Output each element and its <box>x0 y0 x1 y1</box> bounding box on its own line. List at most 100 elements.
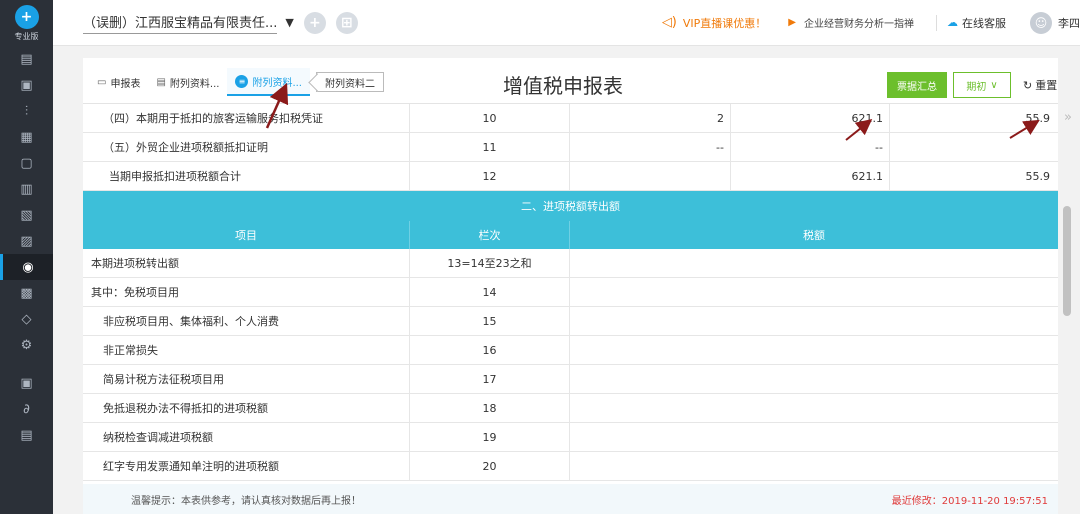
tab-label: 申报表 <box>110 78 141 90</box>
main-panel: ▭ 申报表 ▤ 附列资料... ≡ 附列资料... 附列资料二 增值税申报表 票… <box>83 58 1058 514</box>
left-sidebar: + 专业版 ▤ ▣ ⫶ ▦ ▢ ▥ ▧ ▨ ◉ ▩ ◇ ⚙ ▣ ∂ ▤ <box>0 0 53 514</box>
table-header: 项目 栏次 税额 <box>83 221 1058 249</box>
speaker-icon: ◁) <box>661 15 677 30</box>
avatar[interactable]: ☺ <box>1030 11 1052 34</box>
nav-file-icon[interactable]: ▤ <box>0 422 53 448</box>
table-row: 当期申报抵扣进项税额合计 12 621.1 55.9 <box>83 162 1058 191</box>
nav-picture-icon[interactable]: ▨ <box>0 228 53 254</box>
amount-input[interactable] <box>570 394 1058 422</box>
item-cell: 非应税项目用、集体福利、个人消费 <box>83 307 410 335</box>
amount-input[interactable] <box>570 336 1058 364</box>
last-modified: 最近修改：2019-11-20 19:57:51 <box>891 495 1048 507</box>
amount-input[interactable] <box>570 278 1058 306</box>
vip-banner[interactable]: ◁) VIP直播课优惠！ <box>662 15 766 31</box>
line-cell: 18 <box>410 394 570 422</box>
amount-cell: 621.1 <box>731 162 890 190</box>
line-cell: 12 <box>410 162 570 190</box>
period-dropdown[interactable]: 期初 ∨ <box>953 72 1011 98</box>
nav-settings-icon[interactable]: ⚙ <box>0 332 53 358</box>
nav-tax-icon[interactable]: ◉ <box>0 254 53 280</box>
table-row: 红字专用发票通知单注明的进项税额 20 <box>83 452 1058 481</box>
item-cell: 纳税检查调减进项税额 <box>83 423 410 451</box>
tax-cell: 55.9 <box>1025 169 1051 183</box>
vip-label: VIP直播课优惠！ <box>682 16 767 30</box>
line-cell: 14 <box>410 278 570 306</box>
amount-cell: -- <box>731 133 890 161</box>
table-row: 本期进项税转出额 13=14至23之和 <box>83 249 1058 278</box>
report-tabs: ▭ 申报表 ▤ 附列资料... ≡ 附列资料... 附列资料二 <box>89 68 384 96</box>
refresh-icon: ↻ <box>1023 78 1033 92</box>
table-row: 非正常损失 16 <box>83 336 1058 365</box>
table-row: 纳税检查调减进项税额 19 <box>83 423 1058 452</box>
item-cell: 非正常损失 <box>83 336 410 364</box>
item-cell: （四）本期用于抵扣的旅客运输服务扣税凭证 <box>83 104 410 132</box>
scrollbar[interactable]: » <box>1058 58 1080 514</box>
guide-link[interactable]: 企业经营财务分析一指禅 <box>804 15 914 30</box>
footer-bar: 温馨提示：本表供参考，请认真核对数据后再上报！ 最近修改：2019-11-20 … <box>83 484 1058 514</box>
nav-document-icon[interactable]: ▤ <box>0 46 53 72</box>
nav-voucher-icon[interactable]: ▣ <box>0 72 53 98</box>
count-cell: -- <box>570 133 731 161</box>
scrollbar-thumb[interactable] <box>1063 206 1071 316</box>
summary-button[interactable]: 票据汇总 <box>887 72 947 98</box>
amount-input[interactable] <box>570 365 1058 393</box>
tax-cell <box>890 133 1058 161</box>
online-service-button[interactable]: ☁ 在线客服 <box>947 15 1006 31</box>
nav-copy-icon[interactable]: ▩ <box>0 280 53 306</box>
nav-chart-icon[interactable]: ⫶ <box>0 98 53 124</box>
reset-button[interactable]: ↻ 重置 <box>1023 72 1057 98</box>
nav-shield-icon[interactable]: ◇ <box>0 306 53 332</box>
table-row: 非应税项目用、集体福利、个人消费 15 <box>83 307 1058 336</box>
table-row: 免抵退税办法不得抵扣的进项税额 18 <box>83 394 1058 423</box>
report-toolbar: ▭ 申报表 ▤ 附列资料... ≡ 附列资料... 附列资料二 增值税申报表 票… <box>83 58 1058 104</box>
document-icon: ≡ <box>235 74 249 88</box>
tab-attachment-one[interactable]: ▤ 附列资料... <box>148 68 227 96</box>
chevron-down-icon[interactable]: ▼ <box>285 16 293 29</box>
tab-main-report[interactable]: ▭ 申报表 <box>89 68 148 96</box>
line-cell: 20 <box>410 452 570 480</box>
line-cell: 11 <box>410 133 570 161</box>
line-cell: 15 <box>410 307 570 335</box>
grid-icon[interactable]: ⊞ <box>335 11 358 34</box>
nav-report-icon[interactable]: ▥ <box>0 176 53 202</box>
table-row: 其中：免税项目用 14 <box>83 278 1058 307</box>
tab-label: 附列资料... <box>252 77 302 89</box>
amount-input[interactable] <box>570 452 1058 480</box>
count-cell[interactable]: 2 <box>570 104 731 132</box>
document-icon: ▤ <box>156 76 166 88</box>
line-cell: 13=14至23之和 <box>410 249 570 277</box>
line-cell: 17 <box>410 365 570 393</box>
add-company-button[interactable]: + <box>303 11 326 34</box>
item-cell: 免抵退税办法不得抵扣的进项税额 <box>83 394 410 422</box>
reset-label: 重置 <box>1035 79 1058 92</box>
tab-attachment-active[interactable]: ≡ 附列资料... <box>227 68 310 96</box>
table-row: 简易计税方法征税项目用 17 <box>83 365 1058 394</box>
table-row: （五）外贸企业进项税额抵扣证明 11 -- -- <box>83 133 1058 162</box>
app-logo[interactable]: + 专业版 <box>0 0 53 46</box>
period-label: 期初 <box>966 81 987 93</box>
nav-asset-icon[interactable]: ▧ <box>0 202 53 228</box>
amount-input[interactable] <box>570 307 1058 335</box>
chevron-right-icon[interactable]: » <box>1064 110 1072 125</box>
item-cell: （五）外贸企业进项税额抵扣证明 <box>83 133 410 161</box>
amount-input[interactable] <box>570 423 1058 451</box>
tab-label: 附列资料二 <box>325 78 375 90</box>
tab-attachment-two[interactable]: 附列资料二 <box>316 72 384 92</box>
user-name[interactable]: 李四 <box>1058 15 1080 31</box>
service-label: 在线客服 <box>962 16 1006 30</box>
nav-calendar-icon[interactable]: ▢ <box>0 150 53 176</box>
nav-import-icon[interactable]: ▣ <box>0 370 53 396</box>
nav-link-icon[interactable]: ∂ <box>0 396 53 422</box>
amount-input[interactable] <box>570 249 1058 277</box>
divider <box>936 14 937 31</box>
line-cell: 19 <box>410 423 570 451</box>
page-title: 增值税申报表 <box>503 74 623 98</box>
chevron-down-icon: ∨ <box>990 79 998 91</box>
nav-ledger-icon[interactable]: ▦ <box>0 124 53 150</box>
company-selector[interactable]: （误删）江西服宝精品有限责任... <box>83 12 278 34</box>
item-cell: 简易计税方法征税项目用 <box>83 365 410 393</box>
header-item: 项目 <box>83 221 410 249</box>
amount-cell[interactable]: 621.1 <box>731 104 890 132</box>
tax-cell[interactable]: 55.9 <box>890 104 1058 132</box>
table-row: （四）本期用于抵扣的旅客运输服务扣税凭证 10 2 621.1 55.9 <box>83 104 1058 133</box>
